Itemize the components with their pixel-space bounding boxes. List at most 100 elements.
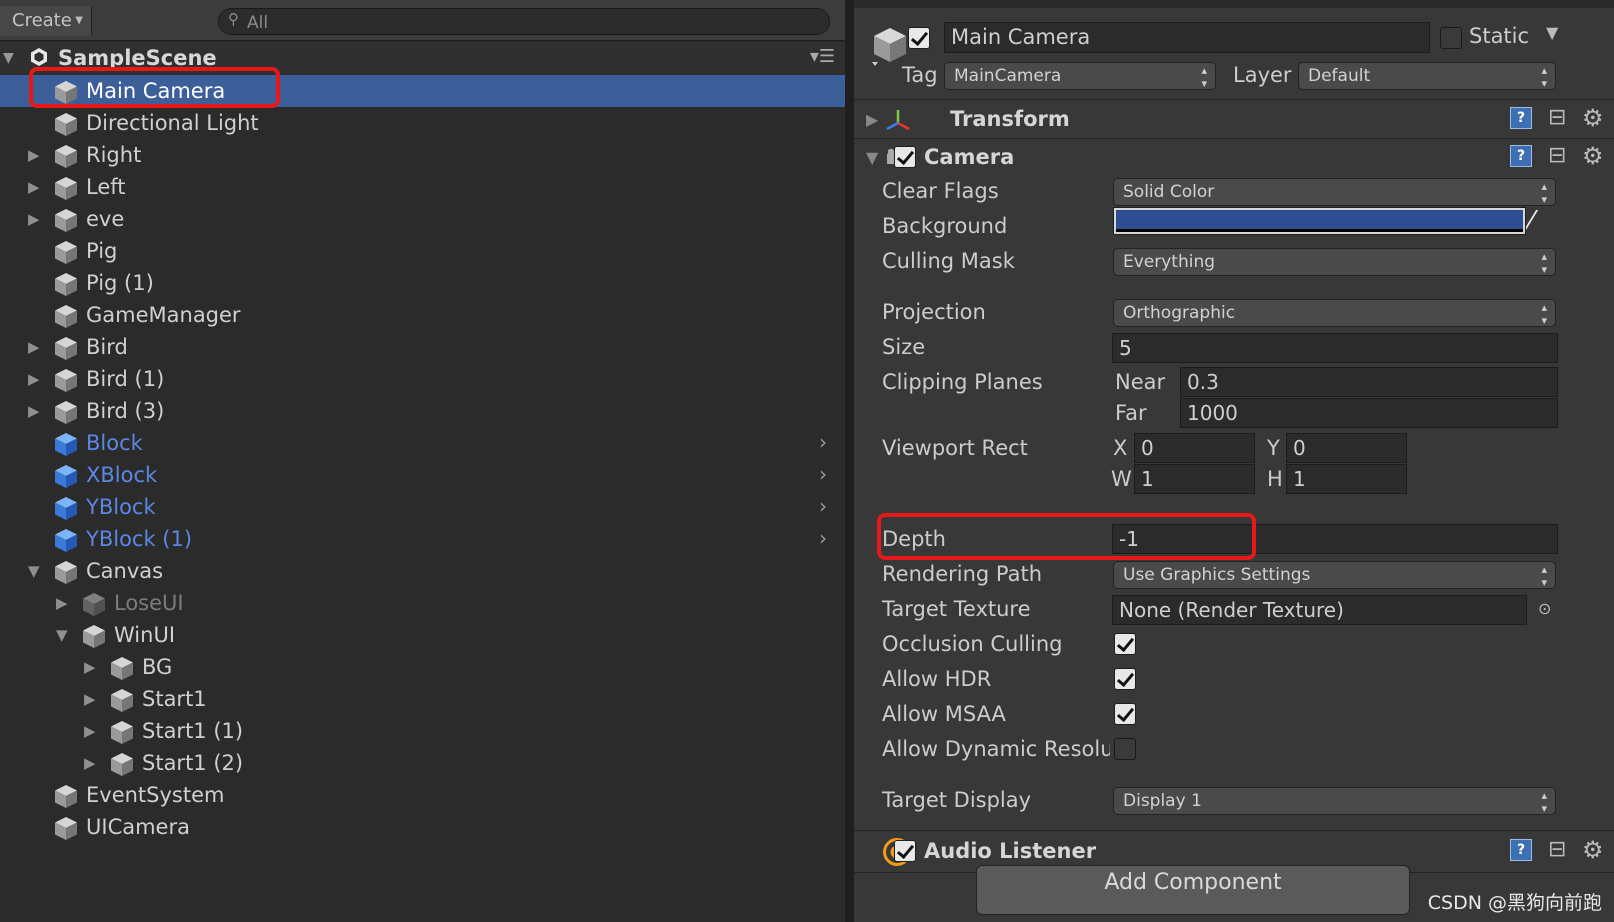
hierarchy-item[interactable]: ▶ Start1 (2) [0,747,845,779]
culling-mask-dropdown[interactable]: Everything ▴ ▾ [1113,248,1556,276]
hierarchy-item[interactable]: Block › [0,427,845,459]
hierarchy-item-label: eve [86,207,125,231]
panel-divider[interactable] [845,0,854,922]
hierarchy-item[interactable]: ▼ Canvas [0,555,845,587]
help-icon[interactable]: ? [1510,107,1532,129]
prefab-open-arrow-icon[interactable]: › [819,462,827,486]
collapsed-triangle-icon[interactable]: ▶ [28,370,40,388]
target-display-dropdown[interactable]: Display 1 ▴ ▾ [1113,787,1556,815]
projection-dropdown[interactable]: Orthographic ▴ ▾ [1113,299,1556,327]
expanded-triangle-icon[interactable]: ▼ [56,626,68,644]
rendering-path-dropdown[interactable]: Use Graphics Settings ▴ ▾ [1113,561,1556,589]
layer-dropdown[interactable]: Default ▴ ▾ [1298,62,1556,90]
expand-triangle-icon[interactable]: ▼ [3,50,14,66]
hierarchy-item[interactable]: ▶ BG [0,651,845,683]
presets-icon[interactable]: ⊟ [1548,106,1566,130]
allow-dynamic-resolution-checkbox[interactable] [1114,738,1136,760]
tag-dropdown[interactable]: MainCamera ▴ ▾ [944,62,1216,90]
size-field[interactable]: 5 [1112,333,1558,363]
help-icon[interactable]: ? [1510,839,1532,861]
hierarchy-item[interactable]: UICamera [0,811,845,843]
hierarchy-item[interactable]: ▶ Left [0,171,845,203]
gameobject-cube-icon [53,559,79,585]
collapsed-triangle-icon[interactable]: ▶ [84,690,96,708]
hierarchy-item[interactable]: ▶ Start1 (1) [0,715,845,747]
hierarchy-item[interactable]: EventSystem [0,779,845,811]
active-checkbox[interactable] [908,27,930,49]
search-icon: ⚲ [228,10,239,28]
near-field[interactable]: 0.3 [1180,367,1558,397]
search-field[interactable]: ⚲ [218,8,830,36]
camera-enabled-checkbox[interactable] [894,146,916,168]
hierarchy-item[interactable]: YBlock (1) › [0,523,845,555]
prefab-open-arrow-icon[interactable]: › [819,526,827,550]
presets-icon[interactable]: ⊟ [1548,144,1566,168]
viewport-y-field[interactable]: 0 [1286,433,1407,463]
collapsed-triangle-icon[interactable]: ▶ [28,402,40,420]
hierarchy-item[interactable]: Pig [0,235,845,267]
object-name-field[interactable]: Main Camera [944,22,1430,53]
background-color-field[interactable] [1113,207,1526,235]
collapsed-triangle-icon[interactable]: ▶ [28,338,40,356]
hierarchy-item[interactable]: ▶ Bird (1) [0,363,845,395]
object-picker-icon[interactable]: ⊙ [1538,594,1551,624]
viewport-x-field[interactable]: 0 [1134,433,1255,463]
search-input[interactable] [245,9,809,36]
presets-icon[interactable]: ⊟ [1548,838,1566,862]
updown-arrows-icon: ▴ ▾ [1541,64,1547,90]
camera-header[interactable]: ▼ Camera ? ⊟ ⚙ [854,140,1614,176]
expand-triangle-icon[interactable]: ▼ [866,148,878,167]
static-dropdown-icon[interactable]: ▼ [1546,18,1558,48]
hierarchy-item[interactable]: XBlock › [0,459,845,491]
scene-name: SampleScene [58,46,217,70]
hierarchy-item[interactable]: ▶ Bird [0,331,845,363]
allow-msaa-checkbox[interactable] [1114,703,1136,725]
static-checkbox[interactable] [1440,27,1462,49]
audio-listener-enabled-checkbox[interactable] [894,840,916,862]
gear-icon[interactable]: ⚙ [1582,142,1604,170]
hierarchy-item[interactable]: GameManager [0,299,845,331]
prefab-open-arrow-icon[interactable]: › [819,430,827,454]
gameobject-cube-icon [109,719,135,745]
hierarchy-item[interactable]: ▶ Bird (3) [0,395,845,427]
collapsed-triangle-icon[interactable]: ▶ [28,210,40,228]
hierarchy-item[interactable]: ▶ eve [0,203,845,235]
eyedropper-icon[interactable]: ⁄ [1529,206,1533,236]
hierarchy-item[interactable]: ▼ WinUI [0,619,845,651]
hierarchy-item[interactable]: Directional Light [0,107,845,139]
create-button[interactable]: Create ▼ [0,6,92,36]
gear-icon[interactable]: ⚙ [1582,836,1604,864]
transform-header[interactable]: ▶ Transform ? ⊟ ⚙ [854,102,1614,138]
hierarchy-item[interactable]: Pig (1) [0,267,845,299]
viewport-h-field[interactable]: 1 [1286,464,1407,494]
depth-field[interactable]: -1 [1112,524,1558,554]
prefab-open-arrow-icon[interactable]: › [819,494,827,518]
expand-triangle-icon[interactable]: ▶ [866,110,878,129]
target-texture-field[interactable]: None (Render Texture) [1112,595,1527,625]
far-field[interactable]: 1000 [1180,398,1558,428]
help-icon[interactable]: ? [1510,145,1532,167]
viewport-w-field[interactable]: 1 [1134,464,1255,494]
add-component-button[interactable]: Add Component [976,865,1410,915]
clear-flags-dropdown[interactable]: Solid Color ▴ ▾ [1113,178,1556,206]
occlusion-culling-checkbox[interactable] [1114,633,1136,655]
collapsed-triangle-icon[interactable]: ▶ [84,722,96,740]
hierarchy-item[interactable]: ▶ Start1 [0,683,845,715]
expanded-triangle-icon[interactable]: ▼ [28,562,40,580]
hierarchy-item-label: WinUI [114,623,176,647]
collapsed-triangle-icon[interactable]: ▶ [56,594,68,612]
collapsed-triangle-icon[interactable]: ▶ [84,754,96,772]
collapsed-triangle-icon[interactable]: ▶ [28,178,40,196]
collapsed-triangle-icon[interactable]: ▶ [28,146,40,164]
hierarchy-item[interactable]: ▶ LoseUI [0,587,845,619]
gear-icon[interactable]: ⚙ [1582,104,1604,132]
hierarchy-item[interactable]: Main Camera [0,75,845,107]
audio-listener-header[interactable]: Audio Listener ? ⊟ ⚙ [854,832,1614,868]
hierarchy-item-label: XBlock [86,463,158,487]
hierarchy-item[interactable]: YBlock › [0,491,845,523]
collapsed-triangle-icon[interactable]: ▶ [84,658,96,676]
hierarchy-item[interactable]: ▶ Right [0,139,845,171]
menu-icon[interactable]: ▾☰ [810,46,835,67]
scene-header[interactable]: ▼ SampleScene ▾☰ [0,42,845,74]
allow-hdr-checkbox[interactable] [1114,668,1136,690]
